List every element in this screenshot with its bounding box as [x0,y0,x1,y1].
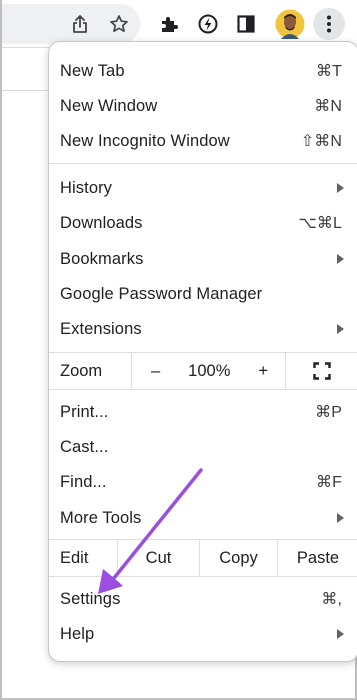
menu-item-bookmarks[interactable]: Bookmarks [49,242,357,276]
menu-item-print[interactable]: Print... ⌘P [49,395,357,429]
zoom-controls: – 100% + [131,353,285,389]
menu-item-new-tab[interactable]: New Tab ⌘T [49,54,357,88]
edit-label: Edit [60,548,89,567]
submenu-arrow-icon [337,513,344,523]
paste-button[interactable]: Paste [277,540,357,576]
menu-item-google-password-manager[interactable]: Google Password Manager [49,277,357,311]
menu-item-new-window[interactable]: New Window ⌘N [49,89,357,123]
menu-item-label: Help [60,624,95,643]
menu-separator [49,389,357,390]
side-panel-icon[interactable] [230,8,262,40]
menu-item-cast[interactable]: Cast... [49,430,357,464]
menu-item-label: Bookmarks [60,249,144,268]
submenu-arrow-icon [337,254,344,264]
share-icon[interactable] [64,8,96,40]
menu-item-shortcut: ⌘F [316,474,342,491]
menu-item-label: Cast... [60,437,109,456]
zoom-in-button[interactable]: + [258,362,268,381]
menu-item-shortcut: ⌥⌘L [298,215,342,232]
copy-button[interactable]: Copy [199,540,277,576]
menu-item-label: Extensions [60,319,142,338]
zoom-row: Zoom – 100% + [49,353,357,389]
menu-item-shortcut: ⌘N [314,98,342,115]
menu-item-history[interactable]: History [49,171,357,205]
star-icon[interactable] [103,8,135,40]
menu-item-label: Google Password Manager [60,284,263,303]
menu-item-label: New Window [60,96,158,115]
menu-separator [49,163,357,164]
menu-item-find[interactable]: Find... ⌘F [49,465,357,499]
menu-separator [49,576,357,577]
menu-item-shortcut: ⌘P [315,404,342,421]
zoom-out-button[interactable]: – [151,362,160,381]
menu-item-label: History [60,178,113,197]
menu-item-help[interactable]: Help [49,617,357,651]
edit-row: Edit Cut Copy Paste [49,540,357,576]
fullscreen-icon [313,362,331,380]
menu-item-label: Downloads [60,213,143,232]
page-divider [2,90,48,91]
menu-item-extensions[interactable]: Extensions [49,312,357,346]
submenu-arrow-icon [337,629,344,639]
menu-item-shortcut: ⌘T [316,63,342,80]
menu-item-label: Print... [60,402,109,421]
menu-item-shortcut: ⇧⌘N [300,133,342,150]
zoom-label: Zoom [60,361,103,380]
submenu-arrow-icon [337,183,344,193]
avatar[interactable] [274,8,306,40]
menu-item-settings[interactable]: Settings ⌘, [49,582,357,616]
menu-item-label: Settings [60,589,121,608]
menu-item-more-tools[interactable]: More Tools [49,501,357,535]
menu-item-label: More Tools [60,508,142,527]
puzzle-icon[interactable] [153,8,185,40]
menu-item-label: Find... [60,472,107,491]
chrome-menu: New Tab ⌘T New Window ⌘N New Incognito W… [48,41,357,662]
menu-item-label: New Incognito Window [60,131,230,150]
menu-item-downloads[interactable]: Downloads ⌥⌘L [49,206,357,240]
menu-item-new-incognito-window[interactable]: New Incognito Window ⇧⌘N [49,124,357,158]
fullscreen-button[interactable] [285,353,357,389]
lightning-icon[interactable] [192,8,224,40]
menu-item-label: New Tab [60,61,125,80]
three-dots-icon[interactable] [313,8,345,40]
cut-button[interactable]: Cut [117,540,199,576]
menu-item-shortcut: ⌘, [321,591,342,608]
zoom-level: 100% [188,361,231,380]
submenu-arrow-icon [337,324,344,334]
